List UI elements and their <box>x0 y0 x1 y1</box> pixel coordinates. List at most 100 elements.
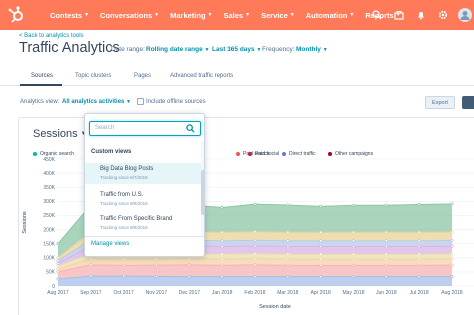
data-point[interactable] <box>319 275 323 279</box>
data-point[interactable] <box>351 230 356 234</box>
data-point[interactable] <box>89 257 93 261</box>
data-point[interactable] <box>220 230 224 234</box>
dropdown-item-traffic-from-us[interactable]: Traffic from U.S. Tracking since 8/9/201… <box>85 189 201 210</box>
data-point[interactable] <box>384 257 388 261</box>
x-tick-label: Jul 2018 <box>410 290 429 296</box>
data-point[interactable] <box>450 275 454 279</box>
data-point[interactable] <box>253 202 257 206</box>
data-point[interactable] <box>319 252 323 256</box>
data-point[interactable] <box>319 244 323 249</box>
y-tick-label: 100K <box>43 256 55 262</box>
x-axis-title: Session date <box>259 304 291 310</box>
data-point[interactable] <box>351 203 356 207</box>
data-point[interactable] <box>89 274 93 278</box>
data-point[interactable] <box>187 275 191 279</box>
item-title: Big Data Blog Posts <box>100 166 154 172</box>
data-point[interactable] <box>286 252 290 256</box>
data-point[interactable] <box>56 259 60 263</box>
data-point[interactable] <box>253 238 257 242</box>
manage-views-link[interactable]: Manage views <box>91 241 129 247</box>
data-point[interactable] <box>417 202 421 206</box>
data-point[interactable] <box>450 230 454 234</box>
data-point[interactable] <box>56 277 60 281</box>
data-point[interactable] <box>286 230 290 234</box>
data-point[interactable] <box>319 239 323 243</box>
data-point[interactable] <box>351 244 356 249</box>
data-point[interactable] <box>154 274 159 278</box>
data-point[interactable] <box>384 275 388 279</box>
data-point[interactable] <box>384 244 388 249</box>
data-point[interactable] <box>417 257 421 261</box>
data-point[interactable] <box>286 244 290 249</box>
item-title: Traffic from U.S. <box>100 192 144 198</box>
data-point[interactable] <box>253 244 257 248</box>
data-point[interactable] <box>384 230 388 234</box>
data-point[interactable] <box>384 252 388 256</box>
data-point[interactable] <box>417 252 421 256</box>
dropdown-scrollbar-thumb[interactable] <box>201 170 204 215</box>
data-point[interactable] <box>351 263 356 267</box>
data-point[interactable] <box>56 270 60 274</box>
data-point[interactable] <box>319 263 323 267</box>
data-point[interactable] <box>187 263 191 267</box>
data-point[interactable] <box>384 263 388 267</box>
data-point[interactable] <box>351 257 356 261</box>
data-point[interactable] <box>187 257 191 261</box>
data-point[interactable] <box>286 203 290 207</box>
search-placeholder: Search <box>95 125 115 131</box>
data-point[interactable] <box>450 239 454 243</box>
data-point[interactable] <box>122 274 126 278</box>
data-point[interactable] <box>450 263 454 267</box>
data-point[interactable] <box>56 261 60 265</box>
data-point[interactable] <box>253 257 257 261</box>
dropdown-search-input[interactable]: Search <box>89 121 201 136</box>
data-point[interactable] <box>417 275 421 279</box>
data-point[interactable] <box>286 263 290 267</box>
data-point[interactable] <box>286 275 290 279</box>
data-point[interactable] <box>220 275 224 279</box>
data-point[interactable] <box>319 230 323 234</box>
data-point[interactable] <box>220 205 224 210</box>
item-subtitle: Tracking since 8/9/2018 <box>100 201 148 206</box>
y-tick-label: 0 <box>52 284 55 290</box>
data-point[interactable] <box>450 252 454 256</box>
dropdown-item-traffic-from-specific-brand[interactable]: Traffic From Specific Brand Tracking sin… <box>85 213 201 234</box>
data-point[interactable] <box>154 257 159 261</box>
data-point[interactable] <box>417 244 421 249</box>
data-point[interactable] <box>56 264 60 268</box>
data-point[interactable] <box>220 263 224 267</box>
data-point[interactable] <box>253 263 257 267</box>
data-point[interactable] <box>351 252 356 256</box>
data-point[interactable] <box>122 263 126 267</box>
data-point[interactable] <box>220 239 224 243</box>
data-point[interactable] <box>450 257 454 261</box>
data-point[interactable] <box>319 204 323 208</box>
data-point[interactable] <box>351 275 356 279</box>
data-point[interactable] <box>417 263 421 267</box>
data-point[interactable] <box>253 275 257 279</box>
data-point[interactable] <box>253 230 257 234</box>
data-point[interactable] <box>286 257 290 261</box>
data-point[interactable] <box>384 203 388 207</box>
data-point[interactable] <box>319 257 323 261</box>
dropdown-item-big-data-blog-posts[interactable]: Big Data Blog Posts Tracking since 8/7/2… <box>85 163 201 184</box>
data-point[interactable] <box>56 267 60 271</box>
data-point[interactable] <box>286 239 290 243</box>
data-point[interactable] <box>220 252 224 256</box>
data-point[interactable] <box>417 230 421 234</box>
data-point[interactable] <box>450 244 454 248</box>
data-point[interactable] <box>450 202 454 206</box>
x-tick-label: Jan 2018 <box>212 290 233 296</box>
data-point[interactable] <box>253 252 257 256</box>
data-point[interactable] <box>384 239 388 243</box>
data-point[interactable] <box>154 263 159 267</box>
data-point[interactable] <box>56 242 60 246</box>
data-point[interactable] <box>89 263 93 267</box>
data-point[interactable] <box>122 257 126 261</box>
data-point[interactable] <box>56 256 60 260</box>
data-point[interactable] <box>220 244 224 249</box>
data-point[interactable] <box>417 239 421 243</box>
data-point[interactable] <box>351 239 356 243</box>
custom-views-heading: Custom views <box>91 149 132 155</box>
data-point[interactable] <box>220 257 224 261</box>
